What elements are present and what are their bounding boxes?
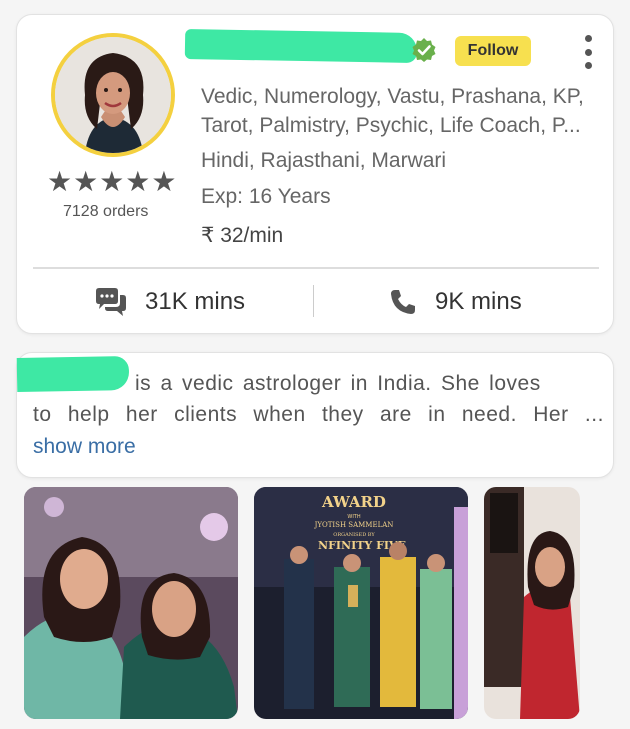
- award-org-text: JYOTISH SAMMELAN: [314, 521, 394, 529]
- astrologer-avatar[interactable]: [51, 33, 175, 157]
- award-title-text: AWARD: [321, 493, 386, 511]
- phone-icon: [389, 288, 417, 316]
- rating-stars-icon: ★★★★★: [47, 165, 178, 198]
- redacted-astrologer-name: [184, 28, 418, 64]
- about-text-line-1: is a vedic astrologer in India. She love…: [135, 372, 541, 395]
- skills-line-2: Tarot, Palmistry, Psychic, Life Coach, P…: [201, 114, 581, 137]
- more-vert-icon[interactable]: [583, 35, 593, 69]
- redacted-name: [16, 356, 130, 392]
- chat-minutes-value: 31K mins: [145, 288, 246, 315]
- astrologer-profile-card[interactable]: ★★★★★ 7128 orders Follow Vedic, Numerolo…: [16, 14, 614, 334]
- gallery-photo-3[interactable]: [484, 487, 580, 719]
- award-with-text: WITH: [347, 514, 360, 520]
- orders-count: 7128 orders: [63, 203, 149, 220]
- gallery-photo-2-award[interactable]: AWARD WITH JYOTISH SAMMELAN ORGANISED BY…: [254, 487, 468, 719]
- award-by-text: ORGANISED BY: [333, 532, 375, 538]
- about-text-line-2: to help her clients when they are in nee…: [33, 403, 604, 426]
- price-per-minute: ₹ 32/min: [201, 224, 284, 247]
- skills-line-1: Vedic, Numerology, Vastu, Prashana, KP,: [201, 85, 584, 108]
- follow-button[interactable]: Follow: [455, 36, 531, 66]
- about-card: is a vedic astrologer in India. She love…: [16, 352, 614, 478]
- gallery-photo-1[interactable]: [24, 487, 238, 719]
- divider: [33, 267, 599, 269]
- stat-separator: [313, 285, 314, 317]
- show-more-link[interactable]: show more: [33, 435, 136, 459]
- chat-bubble-icon: [93, 287, 127, 317]
- experience: Exp: 16 Years: [201, 185, 331, 208]
- call-minutes-value: 9K mins: [435, 288, 522, 315]
- call-minutes-stat: 9K mins: [389, 285, 522, 319]
- verified-badge-icon: [411, 37, 437, 63]
- chat-minutes-stat: 31K mins: [93, 285, 245, 319]
- languages: Hindi, Rajasthani, Marwari: [201, 149, 447, 172]
